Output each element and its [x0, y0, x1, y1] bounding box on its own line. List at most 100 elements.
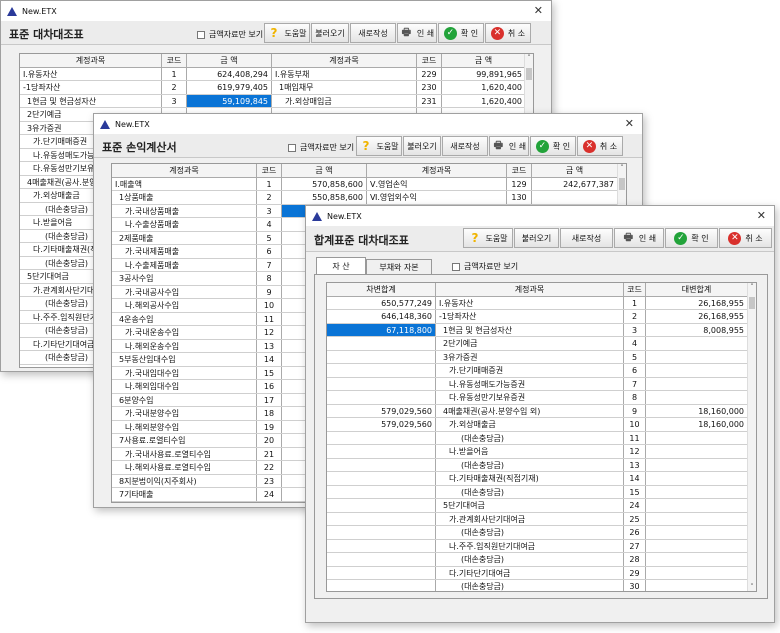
- column-header[interactable]: 금 액: [532, 164, 618, 177]
- table-row[interactable]: (대손충당금) 15: [327, 485, 756, 499]
- scroll-up-icon[interactable]: ˄: [525, 54, 533, 62]
- table-cell[interactable]: 다.기타매출채권(직접기재): [436, 472, 624, 485]
- scroll-up-icon[interactable]: ˄: [748, 283, 756, 291]
- table-cell[interactable]: 11: [624, 431, 646, 444]
- table-cell[interactable]: 4매출채권(공사.분양수입 외): [436, 404, 624, 417]
- table-cell[interactable]: 나.받을어음: [436, 445, 624, 458]
- table-cell[interactable]: 가.국내상품매출: [112, 204, 257, 217]
- print-button[interactable]: 🖶 인 쇄: [397, 23, 437, 43]
- table-cell[interactable]: [327, 499, 436, 512]
- table-cell[interactable]: 24: [257, 488, 282, 501]
- table-cell[interactable]: 99,891,965: [442, 67, 526, 80]
- table-cell[interactable]: [646, 337, 748, 350]
- table-cell[interactable]: Ⅰ.유동자산: [436, 296, 624, 309]
- table-cell[interactable]: 17: [257, 393, 282, 406]
- table-cell[interactable]: (대손충당금): [436, 458, 624, 471]
- table-cell[interactable]: 3유가증권: [436, 350, 624, 363]
- column-header[interactable]: 코드: [417, 54, 442, 67]
- table-cell[interactable]: 579,029,560: [327, 404, 436, 417]
- table-row[interactable]: 1상품매출 2 550,858,600 Ⅵ.영업외수익 130: [112, 191, 626, 205]
- table-cell[interactable]: 가.국내공사수입: [112, 285, 257, 298]
- table-cell[interactable]: 7: [257, 258, 282, 271]
- only-amount-checkbox[interactable]: 금액자료만 보기: [197, 29, 263, 40]
- table-cell[interactable]: 가.국내임대수입: [112, 366, 257, 379]
- table-cell[interactable]: 2: [162, 81, 187, 94]
- table-cell[interactable]: 624,408,294: [187, 67, 272, 80]
- table-cell[interactable]: 4운송수입: [112, 312, 257, 325]
- table-cell[interactable]: [646, 472, 748, 485]
- table-cell[interactable]: 18,160,000: [646, 418, 748, 431]
- table-cell[interactable]: -1당좌자산: [20, 81, 162, 94]
- table-cell[interactable]: 25: [624, 512, 646, 525]
- table-cell[interactable]: [327, 377, 436, 390]
- table-cell[interactable]: 12: [624, 445, 646, 458]
- table-cell[interactable]: 가.외상매출금: [436, 418, 624, 431]
- table-row[interactable]: 나.주주.임직원단기대여금 27: [327, 539, 756, 553]
- table-cell[interactable]: 28: [624, 553, 646, 566]
- table-cell[interactable]: [646, 566, 748, 579]
- cancel-button[interactable]: ✕ 취 소: [577, 136, 623, 156]
- load-button[interactable]: 불러오기: [403, 136, 441, 156]
- table-row[interactable]: (대손충당금) 11: [327, 431, 756, 445]
- table-row[interactable]: (대손충당금) 26: [327, 526, 756, 540]
- column-header[interactable]: 코드: [507, 164, 532, 177]
- table-row[interactable]: (대손충당금) 30: [327, 580, 756, 591]
- table-cell[interactable]: (대손충당금): [436, 553, 624, 566]
- table-cell[interactable]: 7기타매출: [112, 488, 257, 501]
- table-cell[interactable]: 23: [257, 474, 282, 487]
- table-cell[interactable]: 2단기예금: [436, 337, 624, 350]
- table-cell[interactable]: [327, 445, 436, 458]
- table-cell[interactable]: 가.국내사용료.로열티수입: [112, 447, 257, 460]
- table-cell[interactable]: 14: [624, 472, 646, 485]
- table-cell[interactable]: 16: [257, 380, 282, 393]
- only-amount-checkbox[interactable]: 금액자료만 보기: [288, 142, 354, 153]
- table-cell[interactable]: 1상품매출: [112, 191, 257, 204]
- table-cell[interactable]: 1: [624, 296, 646, 309]
- table-cell[interactable]: 22: [257, 461, 282, 474]
- table-cell[interactable]: 229: [417, 67, 442, 80]
- table-row[interactable]: 579,029,560 4매출채권(공사.분양수입 외) 9 18,160,000: [327, 404, 756, 418]
- table-cell[interactable]: 나.해외분양수입: [112, 420, 257, 433]
- load-button[interactable]: 불러오기: [514, 228, 559, 248]
- table-cell[interactable]: [327, 526, 436, 539]
- table-cell[interactable]: Ⅵ.영업외수익: [367, 191, 507, 204]
- table-row[interactable]: 67,118,800 1현금 및 현금성자산 3 8,008,955: [327, 323, 756, 337]
- table-cell[interactable]: 59,109,845: [187, 94, 272, 107]
- table-cell[interactable]: 231: [417, 94, 442, 107]
- table-cell[interactable]: [646, 512, 748, 525]
- table-cell[interactable]: Ⅴ.영업손익: [367, 177, 507, 190]
- table-row[interactable]: 650,577,249 Ⅰ.유동자산 1 26,168,955: [327, 296, 756, 310]
- column-header[interactable]: 코드: [257, 164, 282, 177]
- column-header[interactable]: 차변합계: [327, 283, 436, 296]
- table-cell[interactable]: 1현금 및 현금성자산: [20, 94, 162, 107]
- table-cell[interactable]: [646, 364, 748, 377]
- ok-button[interactable]: ✓ 확 인: [438, 23, 484, 43]
- table-row[interactable]: Ⅰ.매출액 1 570,858,600 Ⅴ.영업손익 129 242,677,387: [112, 177, 626, 191]
- table-cell[interactable]: 나.유동성매도가능증권: [436, 377, 624, 390]
- column-header[interactable]: 계정과목: [272, 54, 417, 67]
- column-header[interactable]: 계정과목: [436, 283, 624, 296]
- table-row[interactable]: 579,029,560 가.외상매출금 10 18,160,000: [327, 418, 756, 432]
- table-row[interactable]: (대손충당금) 13: [327, 458, 756, 472]
- table-cell[interactable]: 4: [624, 337, 646, 350]
- table-cell[interactable]: 1매입채무: [272, 81, 417, 94]
- table-cell[interactable]: 579,029,560: [327, 418, 436, 431]
- table-cell[interactable]: [646, 553, 748, 566]
- table-cell[interactable]: 4: [257, 218, 282, 231]
- table-cell[interactable]: 3: [162, 94, 187, 107]
- scroll-thumb[interactable]: [619, 178, 625, 190]
- table-cell[interactable]: 619,979,405: [187, 81, 272, 94]
- table-cell[interactable]: 2: [624, 310, 646, 323]
- table-row[interactable]: 가.관계회사단기대여금 25: [327, 512, 756, 526]
- table-row[interactable]: 646,148,360 -1당좌자산 2 26,168,955: [327, 310, 756, 324]
- column-header[interactable]: 금 액: [187, 54, 272, 67]
- table-row[interactable]: 다.기타매출채권(직접기재) 14: [327, 472, 756, 486]
- table-cell[interactable]: 650,577,249: [327, 296, 436, 309]
- table-row[interactable]: 5단기대여금 24: [327, 499, 756, 513]
- table-cell[interactable]: 나.주주.임직원단기대여금: [436, 539, 624, 552]
- table-cell[interactable]: 3공사수입: [112, 272, 257, 285]
- table-cell[interactable]: Ⅰ.매출액: [112, 177, 257, 190]
- table-cell[interactable]: [327, 512, 436, 525]
- table-cell[interactable]: 2제품매출: [112, 231, 257, 244]
- new-button[interactable]: 새로작성: [560, 228, 613, 248]
